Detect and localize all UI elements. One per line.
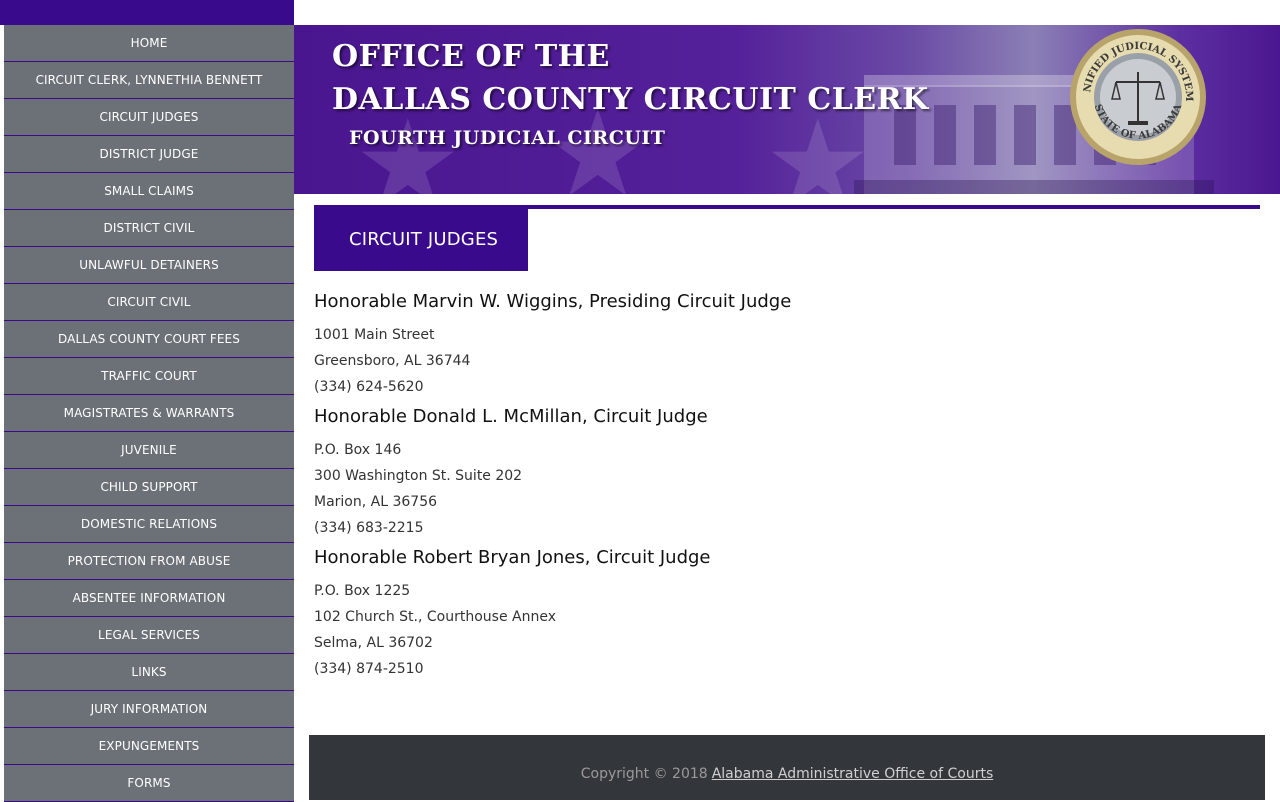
banner-title: OFFICE OF THE DALLAS COUNTY CIRCUIT CLER…	[332, 35, 929, 149]
alabama-judicial-seal-icon: UNIFIED JUDICIAL SYSTEM STATE OF ALABAMA	[1068, 27, 1206, 165]
main-content: CIRCUIT JUDGES Honorable Marvin W. Wiggi…	[314, 194, 1260, 682]
judge-address-line: P.O. Box 1225	[314, 583, 411, 599]
section-title: CIRCUIT JUDGES	[314, 209, 528, 271]
nav-item-absentee-information[interactable]: ABSENTEE INFORMATION	[4, 580, 294, 617]
nav-item-small-claims[interactable]: SMALL CLAIMS	[4, 173, 294, 210]
nav-item-home[interactable]: HOME	[4, 25, 294, 62]
judge-name: Honorable Robert Bryan Jones, Circuit Ju…	[314, 547, 711, 568]
banner-title-line2: DALLAS COUNTY CIRCUIT CLERK	[332, 82, 929, 117]
nav-item-jury-information[interactable]: JURY INFORMATION	[4, 691, 294, 728]
sidebar-nav: HOME CIRCUIT CLERK, LYNNETHIA BENNETT CI…	[0, 25, 294, 802]
judge-address-line: Selma, AL 36702	[314, 635, 433, 651]
judge-entry: Honorable Robert Bryan Jones, Circuit Ju…	[314, 547, 1260, 682]
judge-entry: Honorable Marvin W. Wiggins, Presiding C…	[314, 291, 1260, 400]
nav-item-expungements[interactable]: EXPUNGEMENTS	[4, 728, 294, 765]
nav-item-unlawful-detainers[interactable]: UNLAWFUL DETAINERS	[4, 247, 294, 284]
banner-title-line1: OFFICE OF THE	[332, 39, 610, 74]
nav-item-magistrates-warrants[interactable]: MAGISTRATES & WARRANTS	[4, 395, 294, 432]
nav-item-court-fees[interactable]: DALLAS COUNTY COURT FEES	[4, 321, 294, 358]
judge-address-line: Marion, AL 36756	[314, 494, 438, 510]
judge-address-line: 300 Washington St. Suite 202	[314, 468, 523, 484]
nav-item-circuit-judges[interactable]: CIRCUIT JUDGES	[4, 99, 294, 136]
judge-phone: (334) 874-2510	[314, 661, 424, 677]
nav-item-domestic-relations[interactable]: DOMESTIC RELATIONS	[4, 506, 294, 543]
nav-item-circuit-civil[interactable]: CIRCUIT CIVIL	[4, 284, 294, 321]
nav-item-district-judge[interactable]: DISTRICT JUDGE	[4, 136, 294, 173]
nav-item-circuit-clerk[interactable]: CIRCUIT CLERK, LYNNETHIA BENNETT	[4, 62, 294, 99]
judge-address-line: Greensboro, AL 36744	[314, 353, 471, 369]
judge-address-line: 1001 Main Street	[314, 327, 435, 343]
banner-subtitle: FOURTH JUDICIAL CIRCUIT	[349, 127, 666, 149]
judge-phone: (334) 624-5620	[314, 379, 424, 395]
judge-address-line: 102 Church St., Courthouse Annex	[314, 609, 556, 625]
nav-item-juvenile[interactable]: JUVENILE	[4, 432, 294, 469]
footer-aoc-link[interactable]: Alabama Administrative Office of Courts	[712, 766, 994, 782]
sidebar: HOME CIRCUIT CLERK, LYNNETHIA BENNETT CI…	[0, 0, 294, 802]
nav-item-legal-services[interactable]: LEGAL SERVICES	[4, 617, 294, 654]
judge-address-line: P.O. Box 146	[314, 442, 402, 458]
nav-item-district-civil[interactable]: DISTRICT CIVIL	[4, 210, 294, 247]
nav-item-child-support[interactable]: CHILD SUPPORT	[4, 469, 294, 506]
nav-item-forms[interactable]: FORMS	[4, 765, 294, 802]
judge-entry: Honorable Donald L. McMillan, Circuit Ju…	[314, 406, 1260, 541]
nav-item-traffic-court[interactable]: TRAFFIC COURT	[4, 358, 294, 395]
nav-item-links[interactable]: LINKS	[4, 654, 294, 691]
sidebar-top-bar	[0, 0, 294, 25]
judge-name: Honorable Marvin W. Wiggins, Presiding C…	[314, 291, 792, 312]
footer-copyright: Copyright © 2018	[580, 765, 708, 782]
footer: Copyright © 2018 Alabama Administrative …	[309, 735, 1265, 800]
nav-item-protection-from-abuse[interactable]: PROTECTION FROM ABUSE	[4, 543, 294, 580]
judge-phone: (334) 683-2215	[314, 520, 424, 536]
judge-name: Honorable Donald L. McMillan, Circuit Ju…	[314, 406, 708, 427]
header-banner: ★ ★ ★ OFFICE OF THE DALLAS COUNTY CIRCUI…	[294, 25, 1280, 194]
